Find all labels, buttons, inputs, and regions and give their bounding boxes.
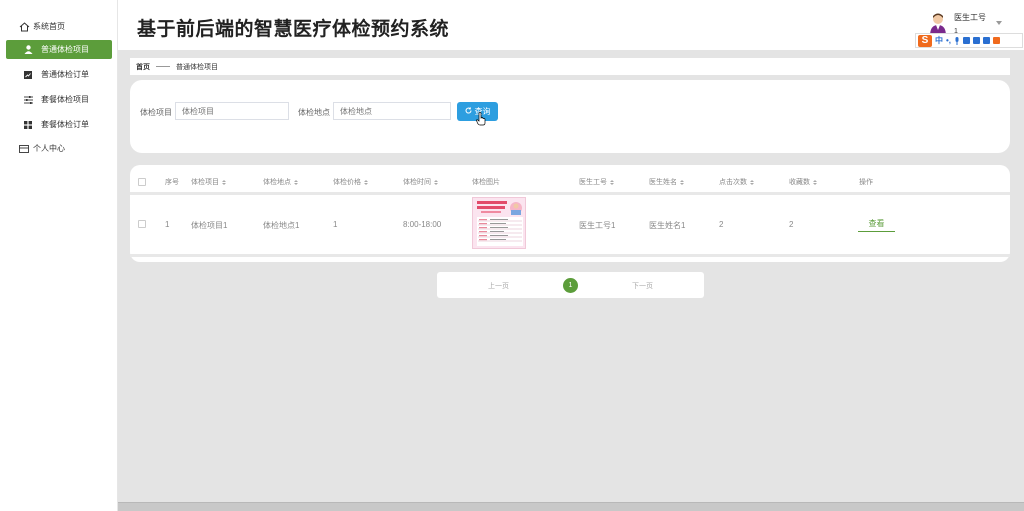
sidebar-item-label: 系统首页 <box>33 22 65 31</box>
breadcrumb-home[interactable]: 首页 <box>136 62 150 72</box>
row-checkbox[interactable] <box>138 220 146 228</box>
page-number-button[interactable]: 1 <box>563 278 578 293</box>
header-action: 操作 <box>859 179 873 186</box>
menu-icon[interactable] <box>993 37 1001 44</box>
hand-cursor-icon <box>476 112 486 131</box>
row-item: 体检项目1 <box>191 221 228 230</box>
header-doctor-id[interactable]: 医生工号 <box>579 177 614 187</box>
header-favorites[interactable]: 收藏数 <box>789 177 817 187</box>
header-label: 体检时间 <box>403 179 431 186</box>
sidebar-item-normal-orders[interactable]: 普通体检订单 <box>6 65 112 84</box>
select-all-checkbox[interactable] <box>138 178 146 186</box>
row-price: 1 <box>333 220 338 229</box>
horizontal-scrollbar[interactable] <box>118 502 1024 511</box>
header-clicks[interactable]: 点击次数 <box>719 177 754 187</box>
divider <box>130 192 1010 195</box>
sort-icon[interactable] <box>364 179 368 185</box>
row-favorites: 2 <box>789 220 794 229</box>
sidebar-item-label: 套餐体检项目 <box>41 95 89 104</box>
search-panel: 体检项目 体检地点 查询 <box>130 80 1010 153</box>
breadcrumb-current: 普通体检项目 <box>176 63 218 71</box>
header-label: 体检价格 <box>333 179 361 186</box>
user-role[interactable]: 医生工号 <box>954 12 986 23</box>
place-label: 体检地点 <box>298 108 330 117</box>
pagination: 上一页 1 下一页 <box>437 272 704 298</box>
row-doctor-id: 医生工号1 <box>579 221 616 230</box>
header-label: 医生姓名 <box>649 179 677 186</box>
user-icon <box>22 45 34 55</box>
sidebar-item-label: 套餐体检订单 <box>41 120 89 129</box>
grid-icon <box>22 120 34 130</box>
refresh-icon <box>465 107 472 116</box>
sogou-logo-icon[interactable]: S <box>918 34 932 47</box>
row-doctor-name: 医生姓名1 <box>649 221 686 230</box>
row-time: 8:00-18:00 <box>403 220 442 229</box>
header-label: 点击次数 <box>719 179 747 186</box>
punctuation-icon[interactable]: •, <box>946 36 951 45</box>
chevron-down-icon[interactable] <box>996 21 1002 25</box>
view-button[interactable]: 查看 <box>858 216 895 232</box>
next-page-button[interactable]: 下一页 <box>632 281 653 291</box>
sliders-icon <box>22 95 34 105</box>
divider <box>130 254 1010 257</box>
header: 基于前后端的智慧医疗体检预约系统 医生工号 1 S 中 •, <box>118 0 1024 50</box>
sidebar-item-label: 普通体检项目 <box>41 45 89 54</box>
sidebar-item-personal[interactable]: 个人中心 <box>6 139 112 158</box>
data-table: 序号 体检项目 体检地点 体检价格 体检时间 体检图片 医生工号 医生姓名 点击… <box>130 165 1010 262</box>
sort-icon[interactable] <box>610 179 614 185</box>
sidebar-item-package-orders[interactable]: 套餐体检订单 <box>6 115 112 134</box>
microphone-icon[interactable] <box>954 32 960 50</box>
sidebar-item-normal-items[interactable]: 普通体检项目 <box>6 40 112 59</box>
row-place: 体检地点1 <box>263 221 300 230</box>
ime-toolbar[interactable]: S 中 •, <box>915 33 1023 48</box>
card-icon <box>18 144 30 154</box>
header-index: 序号 <box>165 179 179 186</box>
sort-icon[interactable] <box>813 179 817 185</box>
header-label: 医生工号 <box>579 179 607 186</box>
sidebar-item-home[interactable]: 系统首页 <box>6 17 112 36</box>
keyboard-icon[interactable] <box>963 37 971 44</box>
sidebar-item-label: 个人中心 <box>33 144 65 153</box>
place-search-input[interactable] <box>333 102 451 120</box>
header-item[interactable]: 体检项目 <box>191 177 226 187</box>
sort-icon[interactable] <box>294 179 298 185</box>
header-place[interactable]: 体检地点 <box>263 177 298 187</box>
chart-icon <box>22 70 34 80</box>
sort-icon[interactable] <box>750 179 754 185</box>
breadcrumb: 首页 —— 普通体检项目 <box>130 58 1010 75</box>
sidebar-item-package-items[interactable]: 套餐体检项目 <box>6 90 112 109</box>
row-clicks: 2 <box>719 220 724 229</box>
sidebar: 系统首页 普通体检项目 普通体检订单 套餐体检项目 套餐体检订单 个人中心 <box>0 0 118 511</box>
toolbox-icon[interactable] <box>983 37 991 44</box>
home-icon <box>18 21 30 32</box>
table-header: 序号 体检项目 体检地点 体检价格 体检时间 体检图片 医生工号 医生姓名 点击… <box>130 172 1010 192</box>
item-label: 体检项目 <box>140 108 172 117</box>
breadcrumb-separator: —— <box>156 63 170 70</box>
header-price[interactable]: 体检价格 <box>333 177 368 187</box>
sidebar-item-label: 普通体检订单 <box>41 70 89 79</box>
sort-icon[interactable] <box>680 179 684 185</box>
page-title: 基于前后端的智慧医疗体检预约系统 <box>137 19 450 40</box>
header-label: 体检地点 <box>263 179 291 186</box>
item-search-input[interactable] <box>175 102 289 120</box>
sort-icon[interactable] <box>434 179 438 185</box>
sort-icon[interactable] <box>222 179 226 185</box>
table-row: 1 体检项目1 体检地点1 1 8:00-18:00 医生工号1 医生姓名1 2… <box>130 197 1010 252</box>
ime-mode[interactable]: 中 <box>935 35 943 46</box>
header-doctor-name[interactable]: 医生姓名 <box>649 177 684 187</box>
prev-page-button[interactable]: 上一页 <box>488 281 509 291</box>
header-image: 体检图片 <box>472 179 500 186</box>
skin-icon[interactable] <box>973 37 981 44</box>
row-image[interactable] <box>472 197 526 249</box>
row-index: 1 <box>165 220 170 229</box>
header-label: 体检项目 <box>191 179 219 186</box>
header-time[interactable]: 体检时间 <box>403 177 438 187</box>
header-label: 收藏数 <box>789 179 810 186</box>
